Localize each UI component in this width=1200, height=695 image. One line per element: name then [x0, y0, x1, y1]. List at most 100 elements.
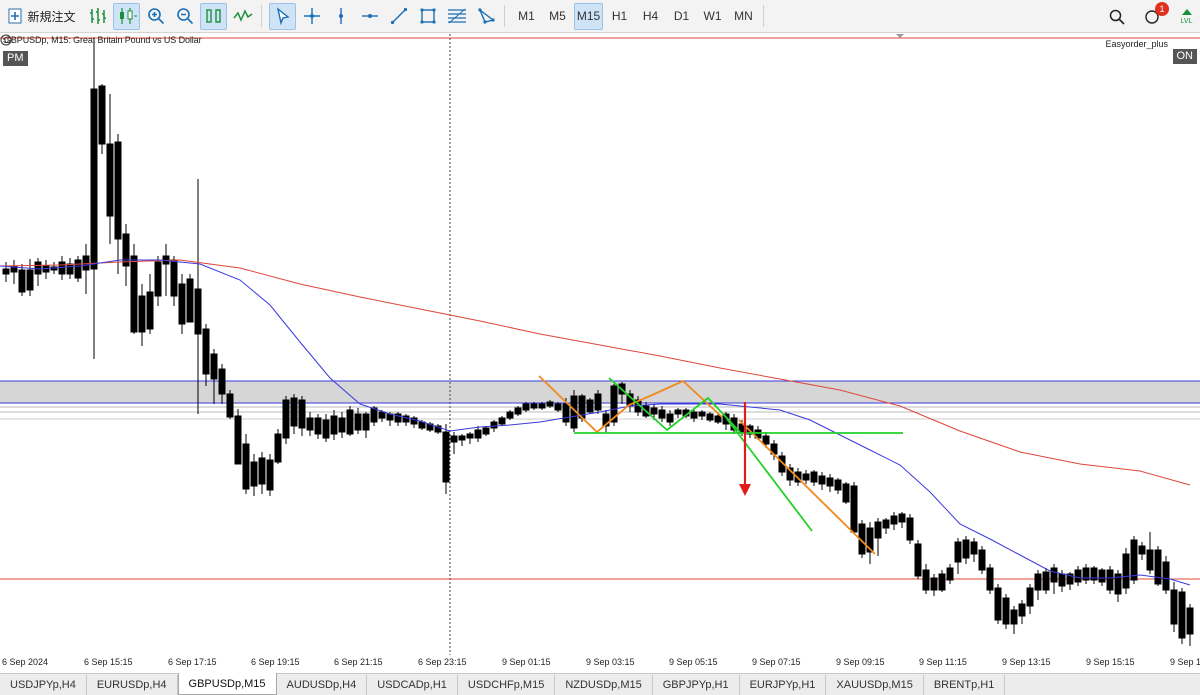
bear-candle — [234, 415, 242, 465]
zoom-out-button[interactable] — [171, 3, 198, 30]
time-tick-label: 6 Sep 2024 — [2, 657, 49, 667]
timeframe-m5[interactable]: M5 — [543, 3, 572, 30]
ea-status-tag[interactable]: ON — [1172, 49, 1197, 64]
bar-chart-button[interactable] — [84, 3, 111, 30]
fibonacci-button[interactable] — [443, 3, 470, 30]
candlestick-chart-button[interactable] — [113, 2, 140, 30]
vertical-line-button[interactable] — [327, 3, 354, 30]
bear-candle — [378, 411, 386, 419]
bear-candle — [658, 409, 666, 419]
timeframe-m15[interactable]: M15 — [574, 2, 603, 30]
notifications-button[interactable]: 1 — [1138, 2, 1169, 30]
symbol-tab[interactable]: USDCHFp,M15 — [458, 675, 556, 695]
timeframe-d1[interactable]: D1 — [667, 3, 696, 30]
symbol-tab[interactable]: EURJPYp,H1 — [740, 675, 827, 695]
toolbar-separator — [261, 5, 262, 27]
bear-candle — [466, 433, 474, 439]
symbol-tab[interactable]: EURUSDp,H4 — [87, 675, 178, 695]
bear-candle — [1178, 591, 1186, 639]
time-axis: 6 Sep 2024 6 Sep 15:15 6 Sep 17:15 6 Sep 19… — [0, 655, 1200, 673]
bear-candle — [938, 573, 946, 591]
fibonacci-icon — [447, 8, 466, 24]
crosshair-button[interactable] — [298, 3, 325, 30]
timeframe-h4[interactable]: H4 — [636, 3, 665, 30]
bear-candle — [258, 457, 266, 485]
bear-candle — [546, 401, 554, 407]
bear-candle — [362, 413, 370, 431]
bear-candle — [114, 141, 122, 240]
crosshair-icon — [303, 8, 320, 24]
lvl-button[interactable]: LVL — [1173, 3, 1200, 30]
symbol-tab[interactable]: USDJPYp,H4 — [0, 675, 87, 695]
cursor-button[interactable] — [269, 2, 296, 30]
bear-candle — [250, 461, 258, 487]
bear-candle — [1018, 603, 1026, 617]
time-tick-label: 9 Sep 1 — [1170, 657, 1200, 667]
bear-candle — [850, 485, 858, 533]
bear-candle — [666, 413, 674, 423]
timeframe-m1[interactable]: M1 — [512, 3, 541, 30]
time-tick-label: 6 Sep 23:15 — [418, 657, 467, 667]
bear-candle — [1138, 545, 1146, 555]
bear-candle — [514, 407, 522, 415]
new-order-button[interactable]: 新規注文 — [2, 3, 82, 30]
bear-candle — [186, 278, 194, 323]
bear-candle — [418, 421, 426, 429]
bear-candle — [194, 288, 202, 335]
bear-candle — [154, 261, 162, 297]
bear-candle — [898, 513, 906, 523]
indicator-wave-icon — [232, 9, 252, 22]
bear-candle — [1186, 607, 1194, 635]
timeframe-h1[interactable]: H1 — [605, 3, 634, 30]
time-tick-label: 6 Sep 19:15 — [251, 657, 300, 667]
timeframe-w1[interactable]: W1 — [698, 3, 727, 30]
horizontal-line-icon — [361, 14, 378, 18]
bear-candle — [914, 543, 922, 577]
symbol-tab[interactable]: GBPUSDp,M15 — [177, 673, 277, 695]
bear-candle — [834, 479, 842, 491]
bear-candle — [482, 427, 490, 435]
bear-candle — [338, 417, 346, 433]
symbol-tab[interactable]: XAUUSDp,M15 — [826, 675, 924, 695]
rectangle-button[interactable] — [414, 3, 441, 30]
chart-canvas[interactable] — [0, 34, 1200, 655]
auto-scroll-button[interactable] — [200, 2, 227, 30]
bear-candle — [122, 233, 130, 267]
bear-candle — [178, 283, 186, 325]
bear-candle — [1002, 597, 1010, 625]
bear-candle — [554, 403, 562, 411]
bear-candle — [450, 435, 458, 443]
symbol-tab[interactable]: NZDUSDp,M15 — [555, 675, 653, 695]
bear-candle — [818, 475, 826, 485]
bear-candle — [26, 269, 34, 291]
bear-candle — [762, 435, 770, 445]
shapes-button[interactable] — [472, 3, 499, 30]
horizontal-line-button[interactable] — [356, 3, 383, 30]
trendline-button[interactable] — [385, 3, 412, 30]
search-button[interactable] — [1103, 3, 1130, 30]
symbol-tab[interactable]: USDCADp,H1 — [367, 675, 458, 695]
indicators-button[interactable] — [229, 3, 256, 30]
time-tick-label: 9 Sep 03:15 — [586, 657, 635, 667]
bear-candle — [650, 407, 658, 415]
bear-candle — [946, 567, 954, 581]
bear-candle — [562, 403, 570, 423]
symbol-tab[interactable]: BRENTp,H1 — [924, 675, 1006, 695]
bear-candle — [106, 143, 114, 217]
bear-candle — [226, 393, 234, 418]
zoom-in-button[interactable] — [142, 3, 169, 30]
time-tick-label: 9 Sep 09:15 — [836, 657, 885, 667]
bear-candle — [314, 417, 322, 435]
symbol-tab[interactable]: GBPJPYp,H1 — [653, 675, 740, 695]
bear-candle — [1154, 549, 1162, 585]
bear-candle — [874, 521, 882, 539]
bear-candle — [954, 541, 962, 563]
bear-candle — [322, 419, 330, 439]
chart-title: GBPUSDp, M15: Great Britain Pound vs US … — [4, 35, 202, 45]
lvl-label: LVL — [1180, 18, 1193, 25]
main-toolbar: 新規注文 M1 M5 M15 H1 H4 D1 W1 MN 1 LVL — [0, 0, 1200, 33]
symbol-tab[interactable]: AUDUSDp,H4 — [277, 675, 368, 695]
timeframe-mn[interactable]: MN — [729, 3, 758, 30]
price-chart[interactable]: GBPUSDp, M15: Great Britain Pound vs US … — [0, 34, 1200, 655]
bear-candle — [674, 409, 682, 415]
